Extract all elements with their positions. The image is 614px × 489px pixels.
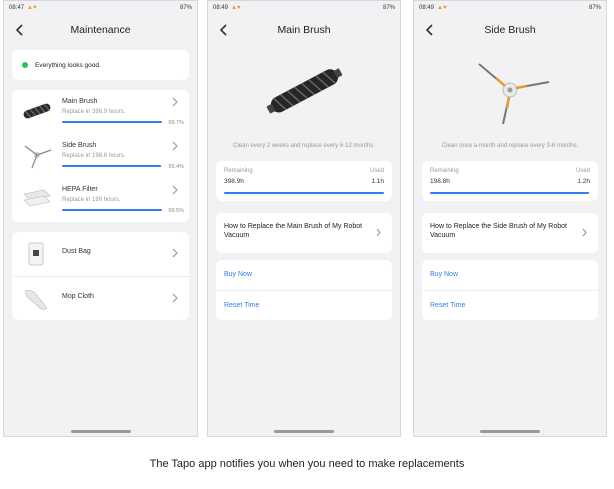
life-progress-fill xyxy=(430,192,590,194)
howto-link[interactable]: How to Replace the Main Brush of My Robo… xyxy=(216,213,392,253)
main-brush-screen: 08:49 ▲♥ 87% Main Brush Clean every 2 wee… xyxy=(207,0,401,437)
actions-card: Buy Now Reset Time xyxy=(216,260,392,320)
header: Main Brush xyxy=(208,15,400,45)
howto-link[interactable]: How to Replace the Side Brush of My Robo… xyxy=(422,213,598,253)
page-title: Main Brush xyxy=(277,24,331,36)
status-time: 08:49 xyxy=(213,5,229,11)
used-label: Used xyxy=(575,168,590,174)
maintenance-screen: 08:47 ▲♥ 87% Maintenance Everything looks… xyxy=(3,0,198,437)
side-brush-image-icon xyxy=(478,63,550,125)
main-brush-thumb-icon xyxy=(23,103,51,119)
howto-title: How to Replace the Side Brush of My Robo… xyxy=(430,223,567,239)
part-replace-hint: Replace in 199 hours. xyxy=(62,197,121,203)
back-arrow-icon[interactable] xyxy=(422,22,438,38)
life-progress-bar xyxy=(62,209,162,211)
status-bar: 08:49 ▲♥ 87% xyxy=(208,1,400,15)
life-progress-fill xyxy=(62,121,162,123)
life-progress-bar xyxy=(62,121,162,123)
part-row-hepa-filter[interactable]: HEPA Filter Replace in 199 hours. 99.5% xyxy=(12,178,189,222)
chevron-right-icon xyxy=(172,141,178,151)
home-indicator xyxy=(274,430,334,433)
reset-time-button[interactable]: Reset Time xyxy=(422,290,598,320)
used-value: 1.2h xyxy=(577,178,590,185)
part-row-main-brush[interactable]: Main Brush Replace in 398.9 hours. 99.7% xyxy=(12,90,189,134)
header: Maintenance xyxy=(4,15,197,45)
hepa-filter-thumb-icon xyxy=(23,189,51,207)
product-image xyxy=(414,45,606,135)
part-name: HEPA Filter xyxy=(62,186,98,193)
battery-level: 87% xyxy=(588,5,601,11)
status-time: 08:47 xyxy=(9,5,25,11)
home-indicator xyxy=(70,430,131,433)
chevron-right-icon xyxy=(376,228,381,237)
chevron-right-icon xyxy=(582,228,587,237)
notification-icons: ▲♥ xyxy=(231,5,241,11)
life-percent: 99.5% xyxy=(168,208,184,214)
back-arrow-icon[interactable] xyxy=(216,22,232,38)
remaining-label: Remaining xyxy=(224,168,253,174)
usage-card: Remaining Used 198.8h 1.2h xyxy=(422,161,598,201)
chevron-right-icon xyxy=(172,293,178,303)
status-bar: 08:49 ▲♥ 87% xyxy=(414,1,606,15)
life-percent: 99.7% xyxy=(168,120,184,126)
part-name: Dust Bag xyxy=(62,248,91,255)
life-progress-fill xyxy=(62,165,162,167)
buy-now-button[interactable]: Buy Now xyxy=(216,260,392,290)
part-replace-hint: Replace in 398.9 hours. xyxy=(62,109,126,115)
part-row-mop-cloth[interactable]: Mop Cloth xyxy=(12,276,189,320)
life-progress-bar xyxy=(62,165,162,167)
side-brush-screen: 08:49 ▲♥ 87% Side Brush Clean once a mont… xyxy=(413,0,607,437)
dust-bag-thumb-icon xyxy=(28,242,44,266)
image-caption: The Tapo app notifies you when you need … xyxy=(149,458,465,470)
life-progress-fill xyxy=(62,209,162,211)
header: Side Brush xyxy=(414,15,606,45)
life-progress-bar xyxy=(224,192,384,194)
chevron-right-icon xyxy=(172,185,178,195)
buy-now-button[interactable]: Buy Now xyxy=(422,260,598,290)
care-instructions: Clean once a month and replace every 3-6… xyxy=(441,143,579,149)
ok-status-dot xyxy=(22,62,28,68)
reset-time-button[interactable]: Reset Time xyxy=(216,290,392,320)
part-name: Main Brush xyxy=(62,98,98,105)
main-brush-image-icon xyxy=(266,68,343,114)
care-instructions: Clean every 2 weeks and replace every 6-… xyxy=(233,143,375,149)
status-bar: 08:47 ▲♥ 87% xyxy=(4,1,197,15)
life-progress-fill xyxy=(224,192,384,194)
home-indicator xyxy=(480,430,540,433)
other-parts-list: Dust Bag Mop Cloth xyxy=(12,232,189,320)
parts-list: Main Brush Replace in 398.9 hours. 99.7%… xyxy=(12,90,189,222)
chevron-right-icon xyxy=(172,97,178,107)
howto-title: How to Replace the Main Brush of My Robo… xyxy=(224,223,363,239)
mop-cloth-thumb-icon xyxy=(24,290,48,310)
used-label: Used xyxy=(369,168,384,174)
status-card: Everything looks good. xyxy=(12,50,189,80)
status-message: Everything looks good. xyxy=(35,61,101,69)
used-value: 1.1h xyxy=(371,178,384,185)
status-time: 08:49 xyxy=(419,5,435,11)
part-row-dust-bag[interactable]: Dust Bag xyxy=(12,232,189,276)
notification-icons: ▲♥ xyxy=(437,5,447,11)
remaining-value: 398.9h xyxy=(224,178,244,185)
product-image xyxy=(208,45,400,135)
actions-card: Buy Now Reset Time xyxy=(422,260,598,320)
battery-level: 87% xyxy=(382,5,395,11)
part-row-side-brush[interactable]: Side Brush Replace in 198.8 hours. 99.4% xyxy=(12,134,189,178)
back-arrow-icon[interactable] xyxy=(12,22,28,38)
part-replace-hint: Replace in 198.8 hours. xyxy=(62,153,126,159)
chevron-right-icon xyxy=(172,248,178,258)
life-progress-bar xyxy=(430,192,590,194)
usage-card: Remaining Used 398.9h 1.1h xyxy=(216,161,392,201)
remaining-value: 198.8h xyxy=(430,178,450,185)
life-percent: 99.4% xyxy=(168,164,184,170)
side-brush-thumb-icon xyxy=(24,145,52,169)
notification-icons: ▲♥ xyxy=(27,5,37,11)
part-name: Side Brush xyxy=(62,142,97,149)
remaining-label: Remaining xyxy=(430,168,459,174)
part-name: Mop Cloth xyxy=(62,293,94,300)
battery-level: 87% xyxy=(179,5,192,11)
page-title: Maintenance xyxy=(70,24,131,36)
page-title: Side Brush xyxy=(484,24,536,36)
